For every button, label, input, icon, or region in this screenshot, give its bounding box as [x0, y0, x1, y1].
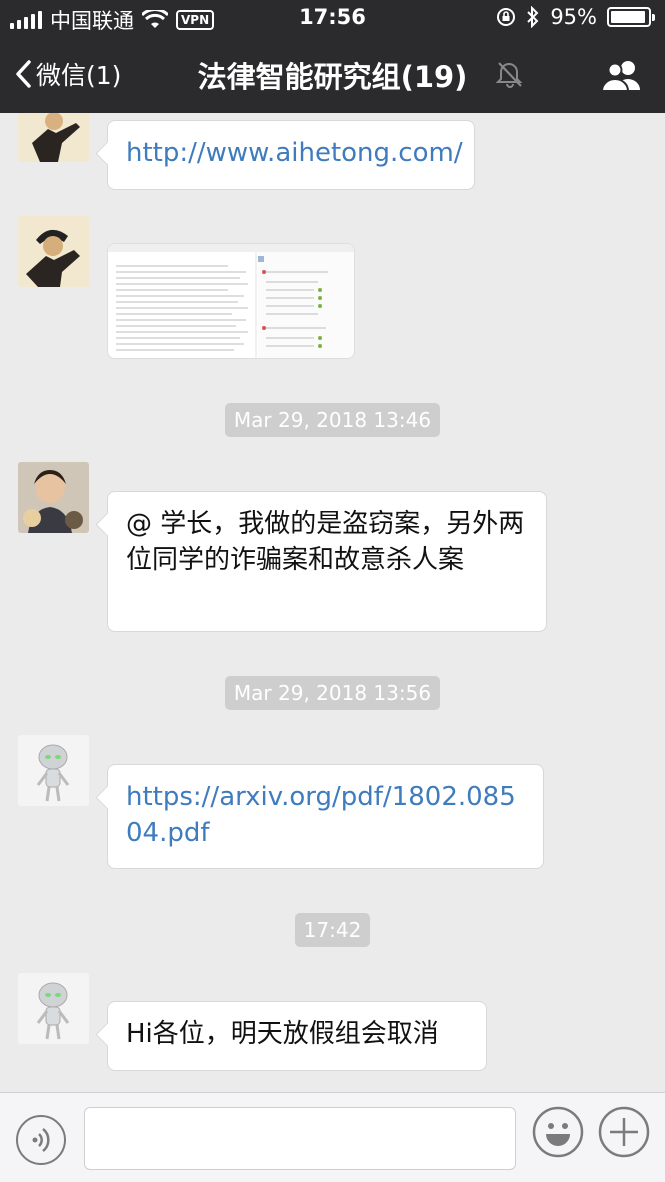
message-bubble[interactable]: @ 学长，我做的是盗窃案，另外两位同学的诈骗案和故意杀人案	[107, 491, 547, 632]
avatar[interactable]	[18, 462, 89, 533]
message-bubble[interactable]: Hi各位，明天放假组会取消	[107, 1001, 487, 1071]
emoji-button[interactable]	[532, 1106, 584, 1158]
avatar[interactable]	[18, 735, 89, 806]
avatar[interactable]	[18, 113, 89, 162]
battery-percent: 95%	[550, 5, 597, 29]
status-right: 95%	[496, 5, 655, 29]
message-text: Hi各位，明天放假组会取消	[126, 1019, 439, 1049]
timestamp: Mar 29, 2018 13:46	[0, 403, 665, 437]
chat-title: 法律智能研究组(19)	[197, 60, 468, 94]
status-bar: 中国联通 VPN 17:56 95%	[0, 0, 665, 36]
message-bubble[interactable]: https://arxiv.org/pdf/1802.08504.pdf	[107, 764, 544, 869]
avatar[interactable]	[18, 973, 89, 1044]
bluetooth-icon	[527, 6, 539, 28]
message-bubble[interactable]: http://www.aihetong.com/	[107, 120, 475, 190]
rotation-lock-icon	[497, 8, 516, 26]
message-input[interactable]	[84, 1107, 516, 1170]
input-bar	[0, 1092, 665, 1182]
message-text: @ 学长，我做的是盗窃案，另外两位同学的诈骗案和故意杀人案	[126, 509, 525, 575]
voice-icon	[32, 1128, 50, 1152]
mute-icon	[495, 62, 523, 88]
avatar[interactable]	[18, 216, 89, 287]
battery-icon	[607, 7, 655, 27]
more-options-button[interactable]	[598, 1106, 650, 1158]
chat-messages[interactable]: http://www.aihetong.com/ Mar 29, 2018 13…	[0, 113, 665, 1092]
battery-fill	[611, 11, 646, 23]
voice-input-button[interactable]	[16, 1115, 66, 1165]
message-link[interactable]: https://arxiv.org/pdf/1802.08504.pdf	[126, 782, 516, 848]
group-members-icon[interactable]	[601, 58, 643, 92]
nav-bar: 微信(1) 法律智能研究组(19)	[0, 36, 665, 113]
timestamp: Mar 29, 2018 13:56	[0, 676, 665, 710]
timestamp: 17:42	[0, 913, 665, 947]
document-image-thumbnail[interactable]	[107, 243, 355, 359]
message-link[interactable]: http://www.aihetong.com/	[126, 138, 463, 168]
